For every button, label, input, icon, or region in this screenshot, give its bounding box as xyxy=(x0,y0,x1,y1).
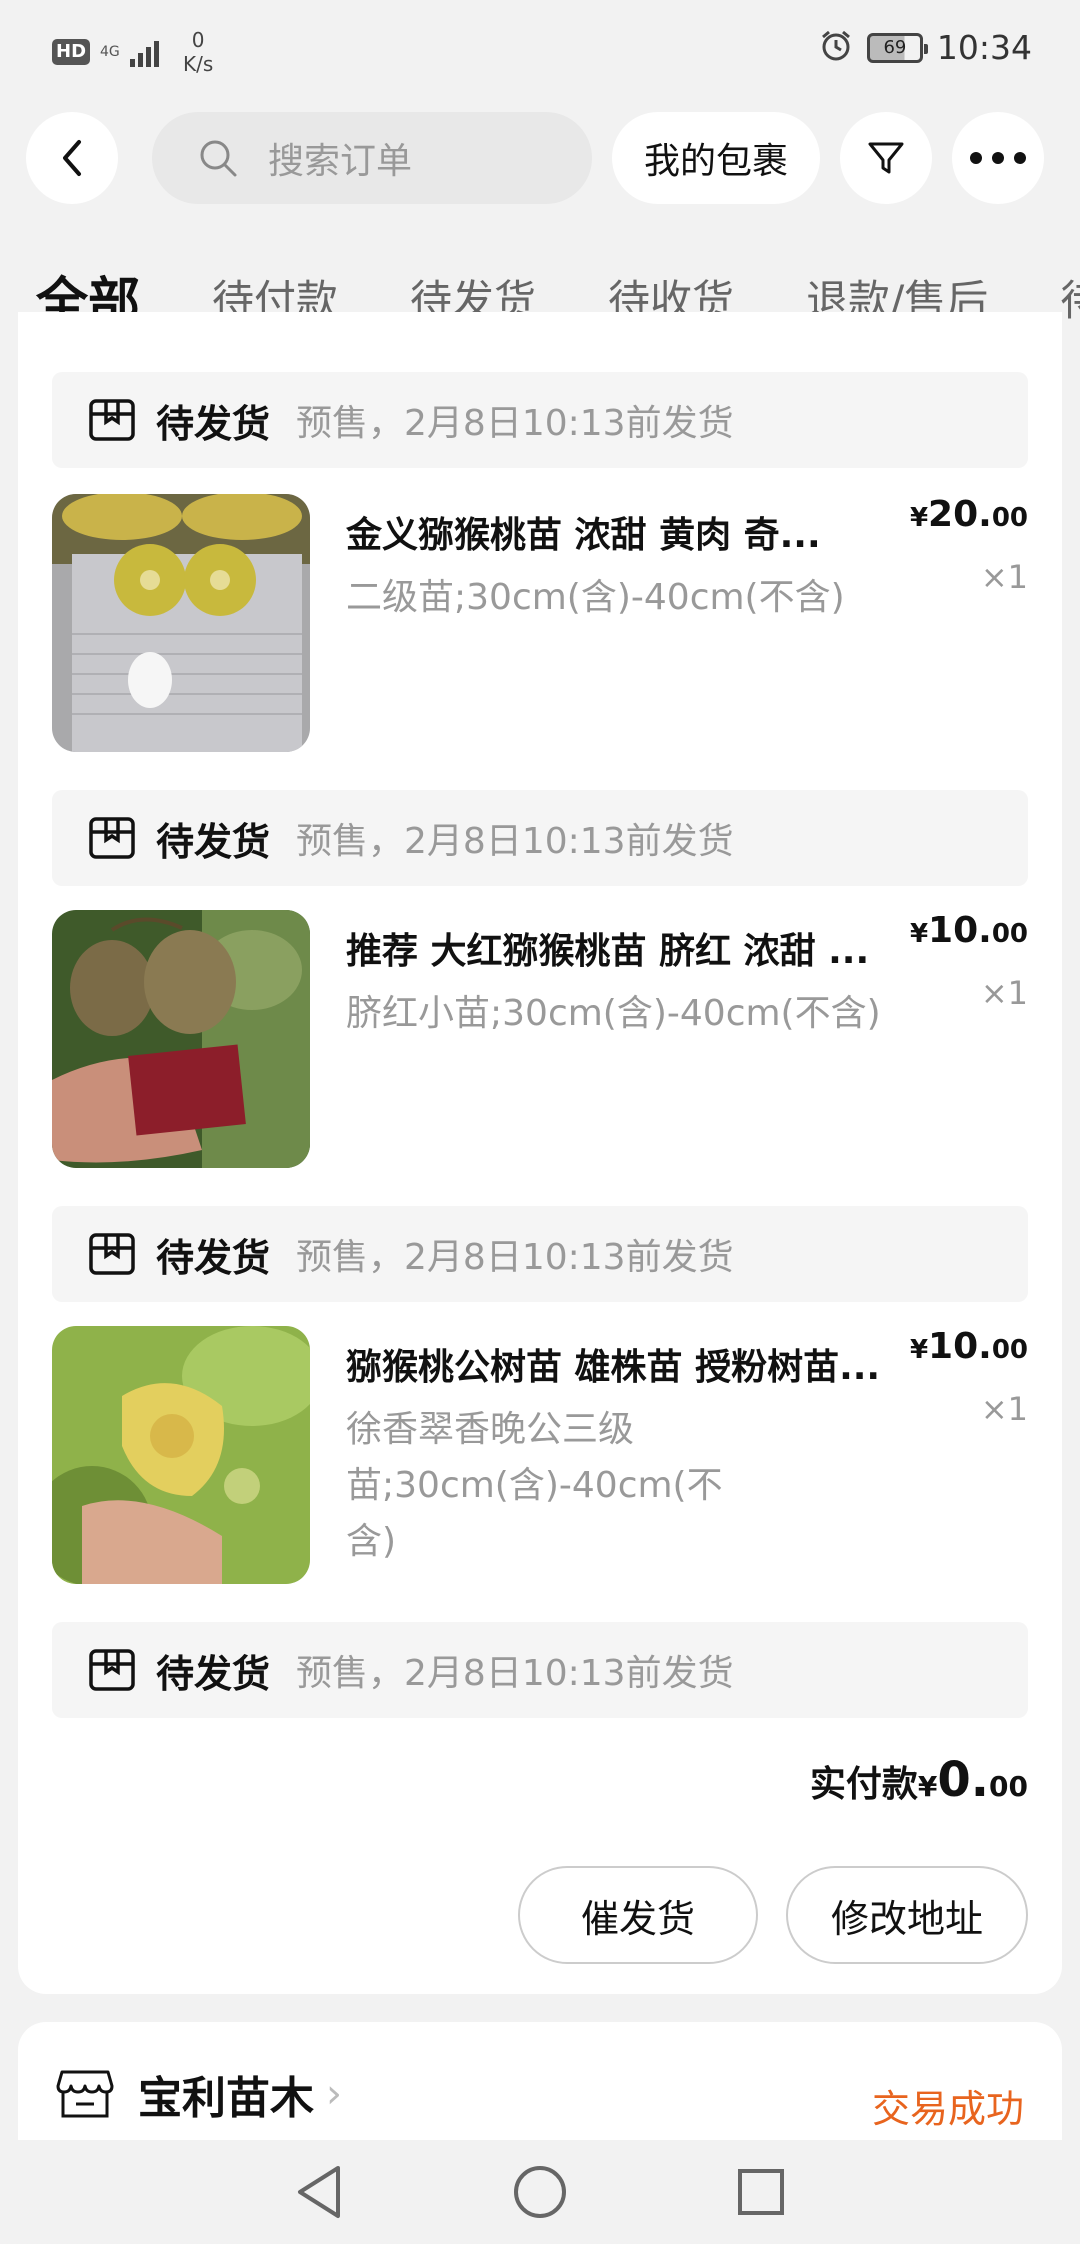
back-button[interactable] xyxy=(26,112,118,204)
back-icon xyxy=(63,140,81,176)
product-image[interactable] xyxy=(52,1326,310,1584)
more-button[interactable] xyxy=(952,112,1044,204)
nav-back-icon[interactable] xyxy=(294,2164,344,2220)
total-label: 实付款 xyxy=(809,1764,918,1805)
shipment-status-row: 待发货 预售，2月8日10:13前发货 xyxy=(52,1206,1028,1302)
status-note: 预售，2月8日10:13前发货 xyxy=(296,1653,734,1694)
product-item[interactable]: 推荐 大红猕猴桃苗 脐红 浓甜 ... 脐红小苗;30cm(含)-40cm(不含… xyxy=(52,910,1028,1168)
nav-home-icon[interactable] xyxy=(512,2164,568,2220)
filter-button[interactable] xyxy=(840,112,932,204)
more-icon xyxy=(970,152,1026,164)
product-price: ¥20.00 xyxy=(909,494,1028,535)
nav-recents-icon[interactable] xyxy=(736,2167,786,2217)
product-item[interactable]: 金义猕猴桃苗 浓甜 黄肉 奇... 二级苗;30cm(含)-40cm(不含) ¥… xyxy=(52,494,1028,752)
total-amount: 0. xyxy=(937,1752,990,1808)
speed-value: 0 xyxy=(191,28,205,52)
clock: 10:34 xyxy=(936,28,1032,67)
status-label: 待发货 xyxy=(156,1651,271,1696)
status-note: 预售，2月8日10:13前发货 xyxy=(296,403,734,444)
product-image[interactable] xyxy=(52,910,310,1168)
product-spec: 徐香翠香晚公三级苗;30cm(含)-40cm(不含) xyxy=(346,1409,723,1562)
status-label: 待发货 xyxy=(156,401,271,446)
product-item[interactable]: 猕猴桃公树苗 雄株苗 授粉树苗... 徐香翠香晚公三级苗;30cm(含)-40c… xyxy=(52,1326,1028,1584)
product-spec: 脐红小苗;30cm(含)-40cm(不含) xyxy=(346,993,881,1034)
search-icon xyxy=(200,140,237,177)
network-type: 4G xyxy=(100,44,120,60)
my-packages-button[interactable]: 我的包裹 xyxy=(612,112,820,204)
change-address-button[interactable]: 修改地址 xyxy=(786,1866,1028,1964)
network-speed: 0 K/s xyxy=(183,28,213,76)
product-quantity: ×1 xyxy=(980,974,1028,1012)
order-status: 交易成功 xyxy=(871,2087,1024,2131)
product-quantity: ×1 xyxy=(980,558,1028,596)
store-row[interactable]: 宝利苗木 › xyxy=(56,2062,342,2126)
total-decimal: 00 xyxy=(989,1770,1028,1803)
alarm-icon xyxy=(819,29,853,67)
product-price: ¥10.00 xyxy=(909,1326,1028,1367)
status-label: 待发货 xyxy=(156,1235,271,1280)
battery-icon: 69 xyxy=(866,32,928,63)
package-icon xyxy=(89,1649,135,1691)
top-nav: 搜索订单 我的包裹 xyxy=(0,112,1080,204)
search-placeholder: 搜索订单 xyxy=(268,141,413,182)
shipment-status-row: 待发货 预售，2月8日10:13前发货 xyxy=(52,1622,1028,1718)
urge-shipment-button[interactable]: 催发货 xyxy=(518,1866,758,1964)
product-title[interactable]: 猕猴桃公树苗 雄株苗 授粉树苗... xyxy=(346,1338,906,1390)
product-title[interactable]: 金义猕猴桃苗 浓甜 黄肉 奇... xyxy=(346,506,906,558)
store-icon xyxy=(56,2070,114,2118)
speed-unit: K/s xyxy=(183,52,214,76)
signal-icon xyxy=(130,37,160,67)
filter-icon xyxy=(868,142,904,174)
status-left: HD 4G 0 K/s xyxy=(52,28,213,76)
status-right: 69 10:34 xyxy=(819,28,1032,67)
status-label: 待发货 xyxy=(156,819,271,864)
total-paid: 实付款 ¥ 0. 00 xyxy=(810,1752,1028,1808)
product-price: ¥10.00 xyxy=(909,910,1028,951)
status-note: 预售，2月8日10:13前发货 xyxy=(296,821,734,862)
hd-badge: HD xyxy=(52,39,91,65)
product-spec: 二级苗;30cm(含)-40cm(不含) xyxy=(346,577,845,618)
total-currency: ¥ xyxy=(917,1770,938,1803)
product-image[interactable] xyxy=(52,494,310,752)
tab-review[interactable]: 待 xyxy=(1060,267,1080,328)
shipment-status-row: 待发货 预售，2月8日10:13前发货 xyxy=(52,372,1028,468)
order-card[interactable]: 待发货 预售，2月8日10:13前发货 金义猕猴桃苗 浓甜 黄肉 奇... 二级… xyxy=(18,312,1062,1994)
package-icon xyxy=(89,817,135,859)
system-nav-bar xyxy=(0,2140,1080,2244)
search-input[interactable]: 搜索订单 xyxy=(152,112,592,204)
chevron-right-icon: › xyxy=(326,2071,342,2117)
package-icon xyxy=(89,399,135,441)
product-quantity: ×1 xyxy=(980,1390,1028,1428)
product-title[interactable]: 推荐 大红猕猴桃苗 脐红 浓甜 ... xyxy=(346,922,906,974)
status-note: 预售，2月8日10:13前发货 xyxy=(296,1237,734,1278)
store-name[interactable]: 宝利苗木 xyxy=(138,2062,314,2126)
package-icon xyxy=(89,1233,135,1275)
shipment-status-row: 待发货 预售，2月8日10:13前发货 xyxy=(52,790,1028,886)
status-bar: HD 4G 0 K/s 69 10:34 xyxy=(0,0,1080,100)
